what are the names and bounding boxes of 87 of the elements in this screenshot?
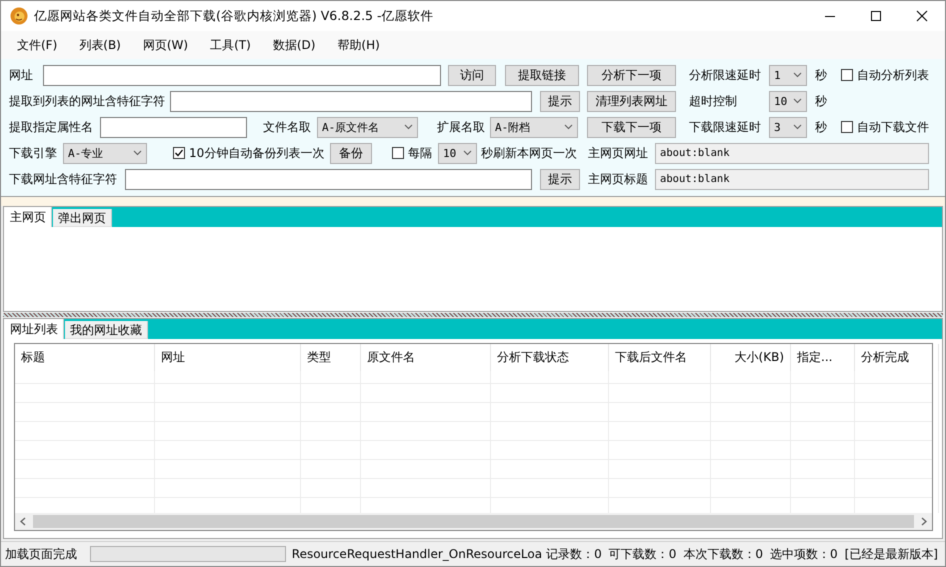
caret-icon — [793, 72, 802, 78]
caret-icon — [793, 124, 802, 130]
text-field[interactable] — [100, 116, 247, 138]
menu-item[interactable]: 文件(F) — [10, 36, 64, 54]
checkbox-box[interactable] — [173, 147, 185, 159]
caret-icon — [404, 124, 413, 130]
field-label: 主网页标题 — [588, 170, 649, 188]
checkbox-label: 每隔 — [408, 144, 432, 162]
field-label: 提取到列表的网址含特征字符 — [9, 92, 166, 110]
version-status: [已经是最新版本] — [844, 546, 938, 562]
field-label: 下载网址含特征字符 — [9, 170, 118, 188]
readonly-field: about:blank — [655, 168, 929, 190]
text-field[interactable] — [125, 168, 532, 190]
menu-item[interactable]: 工具(T) — [203, 36, 258, 54]
field-label: 秒 — [815, 92, 828, 110]
field-label: 网址 — [9, 66, 34, 84]
status-text: 加载页面完成 — [5, 546, 77, 562]
close-icon — [916, 10, 928, 22]
check-icon — [174, 148, 184, 158]
checkbox-box[interactable] — [392, 147, 404, 159]
status-count: 选中项数：0 — [770, 546, 838, 562]
action-button[interactable]: 备份 — [330, 142, 372, 164]
action-button[interactable]: 提示 — [540, 90, 580, 112]
dropdown[interactable]: A-原文件名 — [317, 116, 418, 138]
field-label: 主网页网址 — [588, 144, 649, 162]
field-label: 秒 — [815, 66, 828, 84]
checkbox-box[interactable] — [841, 69, 853, 81]
checkbox[interactable]: 自动分析列表 — [841, 66, 937, 84]
dropdown[interactable]: A-专业 — [63, 142, 147, 164]
horizontal-scrollbar[interactable] — [15, 513, 932, 530]
status-count: 本次下载数：0 — [683, 546, 763, 562]
menu-item[interactable]: 列表(B) — [72, 36, 128, 54]
field-label: 扩展名取 — [437, 118, 486, 136]
field-label: 下载引擎 — [9, 144, 58, 162]
column-header[interactable]: 指定... — [791, 344, 855, 371]
caret-icon — [564, 124, 573, 130]
status-count: 可下载数：0 — [608, 546, 676, 562]
text-field[interactable] — [170, 90, 532, 112]
caret-icon — [133, 150, 142, 156]
text-field[interactable] — [43, 64, 441, 86]
maximize-icon — [870, 10, 882, 22]
action-button[interactable]: 分析下一项 — [587, 64, 676, 86]
lion-logo-icon — [10, 7, 28, 25]
field-label: 秒刷新本网页一次 — [481, 144, 578, 162]
column-header[interactable]: 分析完成 — [855, 344, 939, 371]
dropdown[interactable]: 1 — [769, 64, 807, 86]
dropdown[interactable]: 10 — [769, 90, 807, 112]
column-header[interactable]: 标题 — [15, 344, 155, 371]
checkbox[interactable]: 每隔 — [392, 144, 434, 162]
dropdown[interactable]: 10 — [438, 142, 477, 164]
splitter-bar[interactable] — [3, 313, 943, 317]
action-button[interactable]: 提取链接 — [505, 64, 579, 86]
checkbox-label: 自动分析列表 — [857, 66, 929, 84]
tab[interactable]: 网址列表 — [5, 319, 64, 339]
caret-icon — [463, 150, 472, 156]
checkbox-box[interactable] — [841, 121, 853, 133]
checkbox-label: 自动下载文件 — [857, 118, 929, 136]
dropdown[interactable]: A-附档 — [490, 116, 578, 138]
column-header[interactable]: 类型 — [301, 344, 361, 371]
column-header[interactable]: 分析下载状态 — [491, 344, 609, 371]
tab[interactable]: 主网页 — [5, 207, 52, 227]
column-header[interactable]: 下载后文件名 — [609, 344, 711, 371]
field-label: 文件名取 — [263, 118, 312, 136]
tab[interactable]: 我的网址收藏 — [65, 321, 148, 339]
status-text: ResourceRequestHandler_OnResourceLoa — [292, 547, 542, 561]
column-header[interactable]: 大小(KB) — [711, 344, 791, 371]
action-button[interactable]: 访问 — [448, 64, 496, 86]
field-label: 提取指定属性名 — [9, 118, 94, 136]
readonly-field: about:blank — [655, 142, 929, 164]
menu-item[interactable]: 数据(D) — [266, 36, 322, 54]
menu-item[interactable]: 网页(W) — [136, 36, 196, 54]
field-label: 超时控制 — [689, 92, 738, 110]
tab[interactable]: 弹出网页 — [53, 209, 112, 227]
checkbox[interactable]: 自动下载文件 — [841, 118, 937, 136]
column-header[interactable]: 网址 — [155, 344, 301, 371]
column-header[interactable]: 原文件名 — [361, 344, 491, 371]
action-button[interactable]: 清理列表网址 — [587, 90, 676, 112]
caret-icon — [793, 98, 802, 104]
status-count: 记录数：0 — [546, 546, 602, 562]
field-label: 秒 — [815, 118, 828, 136]
dropdown[interactable]: 3 — [769, 116, 807, 138]
window-title: 亿愿网站各类文件自动全部下载(谷歌内核浏览器) V6.8.2.5 -亿愿软件 — [34, 8, 434, 24]
menu-item[interactable]: 帮助(H) — [330, 36, 387, 54]
field-label: 下载限速延时 — [689, 118, 762, 136]
action-button[interactable]: 下载下一项 — [587, 116, 676, 138]
action-button[interactable]: 提示 — [540, 168, 580, 190]
field-label: 分析限速延时 — [689, 66, 762, 84]
